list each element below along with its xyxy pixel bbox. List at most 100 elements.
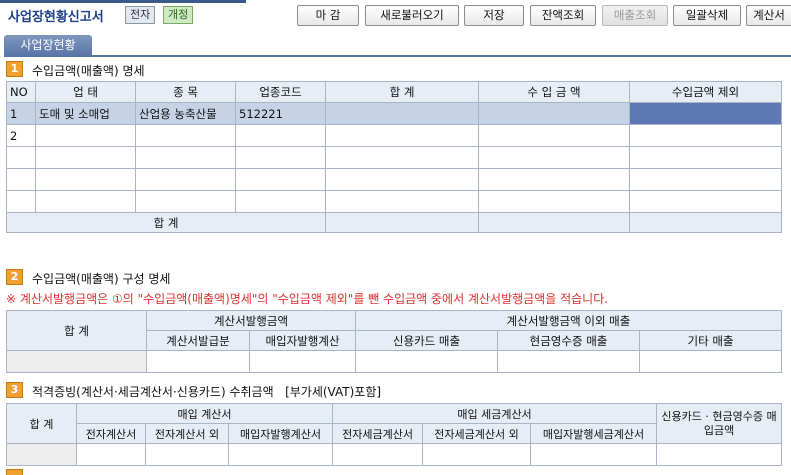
section4-number-badge	[6, 469, 23, 475]
excluded-cell[interactable]	[629, 102, 782, 125]
income-cell[interactable]	[478, 102, 630, 125]
biz-type-cell[interactable]	[35, 190, 136, 213]
invoice-issued-cell[interactable]	[146, 350, 250, 373]
e-tax-invoice-header: 전자세금계산서	[332, 423, 424, 444]
page-title: 사업장현황신고서	[8, 10, 104, 25]
card-sales-cell[interactable]	[355, 350, 498, 373]
biz-type-cell[interactable]	[35, 146, 136, 169]
invoice-notice: ※ 계산서발행금액은 ①의 "수입금액(매출액)명세"의 "수입금액 제외"를 …	[6, 292, 609, 306]
code-cell[interactable]: 512221	[235, 102, 326, 125]
col-header-income: 수 입 금 액	[478, 81, 630, 103]
purchase-invoice-group-header: 매입 계산서	[75, 403, 334, 424]
total-income-cell	[478, 212, 630, 233]
table-row[interactable]: 1 도매 및 소매업 산업용 농축산물 512221	[6, 102, 782, 125]
e-tax-invoice-cell[interactable]	[332, 443, 424, 466]
reload-button[interactable]: 새로불러오기	[365, 5, 459, 26]
total-cell[interactable]	[325, 146, 479, 169]
section3-title-text: 적격증빙(계산서·세금계산서·신용카드) 수취금액	[32, 385, 274, 399]
qualified-evidence-table: 합 계 매입 계산서 매입 세금계산서 신용카드 · 현금영수증 매입금액 전자…	[6, 403, 783, 466]
table-row[interactable]	[6, 443, 783, 466]
other-sales-cell[interactable]	[638, 350, 783, 373]
total-cell[interactable]	[325, 168, 479, 191]
invoice-button[interactable]: 계산서	[746, 5, 791, 26]
buyer-tax-invoice-cell[interactable]	[530, 443, 658, 466]
row-no	[6, 190, 36, 213]
total-label: 합 계	[6, 212, 326, 233]
total-excluded-cell	[629, 212, 782, 233]
code-cell[interactable]	[235, 190, 326, 213]
col-header-code: 업종코드	[235, 81, 326, 103]
e-invoice-header: 전자계산서	[76, 423, 146, 444]
card-cash-purchase-cell[interactable]	[656, 443, 783, 466]
card-cash-purchase-header: 신용카드 · 현금영수증 매입금액	[656, 403, 783, 444]
total-header: 합 계	[6, 310, 147, 351]
table-row[interactable]	[6, 350, 783, 373]
income-cell[interactable]	[478, 124, 630, 147]
delete-all-button[interactable]: 일괄삭제	[673, 5, 741, 26]
purchase-tax-invoice-group-header: 매입 세금계산서	[332, 403, 658, 424]
invoice-group-header: 계산서발행금액	[146, 310, 356, 331]
other-sales-group-header: 계산서발행금액 이외 매출	[354, 310, 783, 331]
table-header-row: NO 업 태 종 목 업종코드 합 계 수 입 금 액 수입금액 제외	[6, 81, 782, 103]
excluded-cell[interactable]	[629, 124, 782, 147]
cash-receipt-sales-header: 현금영수증 매출	[497, 330, 640, 351]
e-invoice-cell[interactable]	[76, 443, 146, 466]
income-cell[interactable]	[478, 168, 630, 191]
biz-type-cell[interactable]	[35, 168, 136, 191]
buyer-invoice-header: 매입자발행계산서	[227, 423, 334, 444]
item-cell[interactable]: 산업용 농축산물	[135, 102, 236, 125]
total-cell[interactable]	[325, 190, 479, 213]
buyer-invoice-cell[interactable]	[227, 443, 334, 466]
section3-title: 적격증빙(계산서·세금계산서·신용카드) 수취금액 [부가세(VAT)포함]	[32, 383, 381, 400]
header-bar: 사업장현황신고서 전자 개정 마 감 새로불러오기 저장 잔액조회 매출조회 일…	[0, 0, 791, 30]
section2-number-badge: 2	[6, 269, 23, 285]
total-row: 합 계	[6, 212, 782, 233]
sales-inquiry-button[interactable]: 매출조회	[602, 5, 668, 26]
col-header-excluded: 수입금액 제외	[629, 81, 782, 103]
item-cell[interactable]	[135, 146, 236, 169]
buyer-issued-cell[interactable]	[249, 350, 356, 373]
save-button[interactable]: 저장	[464, 5, 524, 26]
biz-type-cell[interactable]: 도매 및 소매업	[35, 102, 136, 125]
other-sales-header: 기타 매출	[638, 330, 783, 351]
item-cell[interactable]	[135, 124, 236, 147]
balance-inquiry-button[interactable]: 잔액조회	[530, 5, 596, 26]
item-cell[interactable]	[135, 168, 236, 191]
table-row[interactable]	[6, 190, 782, 213]
non-e-tax-invoice-cell[interactable]	[422, 443, 532, 466]
row-no	[6, 168, 36, 191]
excluded-cell[interactable]	[629, 168, 782, 191]
total-sum-cell	[325, 212, 479, 233]
code-cell[interactable]	[235, 124, 326, 147]
income-cell[interactable]	[478, 146, 630, 169]
col-header-item: 종 목	[135, 81, 236, 103]
table-row[interactable]	[6, 168, 782, 191]
code-cell[interactable]	[235, 168, 326, 191]
evidence-total-cell	[6, 443, 77, 466]
non-e-invoice-cell[interactable]	[145, 443, 229, 466]
buyer-tax-invoice-header: 매입자발행세금계산서	[530, 423, 658, 444]
section1-title: 수입금액(매출액) 명세	[32, 64, 145, 78]
total-cell[interactable]	[325, 102, 479, 125]
composition-total-cell	[6, 350, 147, 373]
total-cell[interactable]	[325, 124, 479, 147]
table-row[interactable]	[6, 146, 782, 169]
income-cell[interactable]	[478, 190, 630, 213]
section2-title: 수입금액(매출액) 구성 명세	[32, 272, 171, 286]
table-header-row: 합 계 매입 계산서 매입 세금계산서 신용카드 · 현금영수증 매입금액	[6, 403, 783, 444]
excluded-cell[interactable]	[629, 190, 782, 213]
tab-business-status[interactable]: 사업장현황	[4, 35, 92, 55]
table-row[interactable]: 2	[6, 124, 782, 147]
close-button[interactable]: 마 감	[297, 5, 359, 26]
col-header-biz-type: 업 태	[35, 81, 136, 103]
revised-badge: 개정	[163, 6, 194, 24]
code-cell[interactable]	[235, 146, 326, 169]
non-e-invoice-header: 전자계산서 외	[145, 423, 229, 444]
cash-receipt-sales-cell[interactable]	[497, 350, 640, 373]
biz-type-cell[interactable]	[35, 124, 136, 147]
excluded-cell[interactable]	[629, 146, 782, 169]
tab-divider	[4, 55, 791, 57]
section1-number-badge: 1	[6, 61, 23, 77]
item-cell[interactable]	[135, 190, 236, 213]
evidence-total-header: 합 계	[6, 403, 77, 444]
